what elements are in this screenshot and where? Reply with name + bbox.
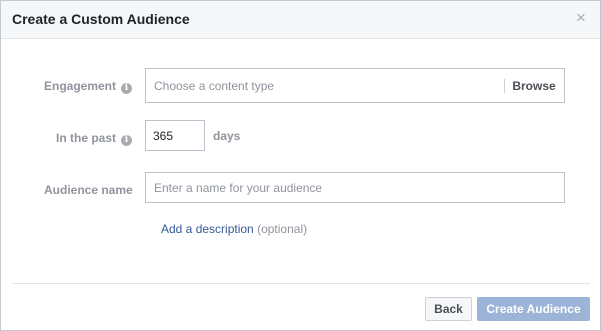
description-row: Add a description (optional) <box>161 222 307 236</box>
engagement-label-row: Engagement i <box>44 79 133 94</box>
engagement-label: Engagement <box>44 79 117 93</box>
in-the-past-label-row: In the past i <box>56 131 133 146</box>
info-icon[interactable]: i <box>121 83 133 94</box>
info-icon[interactable]: i <box>121 135 133 146</box>
content-type-input[interactable] <box>146 69 501 102</box>
days-unit-label: days <box>213 129 241 143</box>
days-field[interactable] <box>145 120 206 151</box>
close-icon[interactable]: × <box>574 9 588 26</box>
browse-button[interactable]: Browse <box>504 69 564 102</box>
audience-name-input[interactable] <box>146 173 564 202</box>
add-description-link[interactable]: Add a description <box>161 222 254 236</box>
audience-name-label: Audience name <box>44 183 133 197</box>
engagement-field[interactable]: Browse <box>145 68 565 103</box>
days-input[interactable] <box>146 121 206 150</box>
create-audience-button[interactable]: Create Audience <box>477 297 590 321</box>
footer-divider <box>12 283 590 284</box>
dialog-title: Create a Custom Audience <box>12 11 190 27</box>
create-custom-audience-dialog: Create a Custom Audience × Engagement i B… <box>0 0 601 331</box>
back-button[interactable]: Back <box>425 297 472 321</box>
optional-label: (optional) <box>257 222 308 236</box>
in-the-past-label: In the past <box>56 131 117 145</box>
audience-name-field[interactable] <box>145 172 565 203</box>
dialog-header: Create a Custom Audience × <box>1 1 600 39</box>
